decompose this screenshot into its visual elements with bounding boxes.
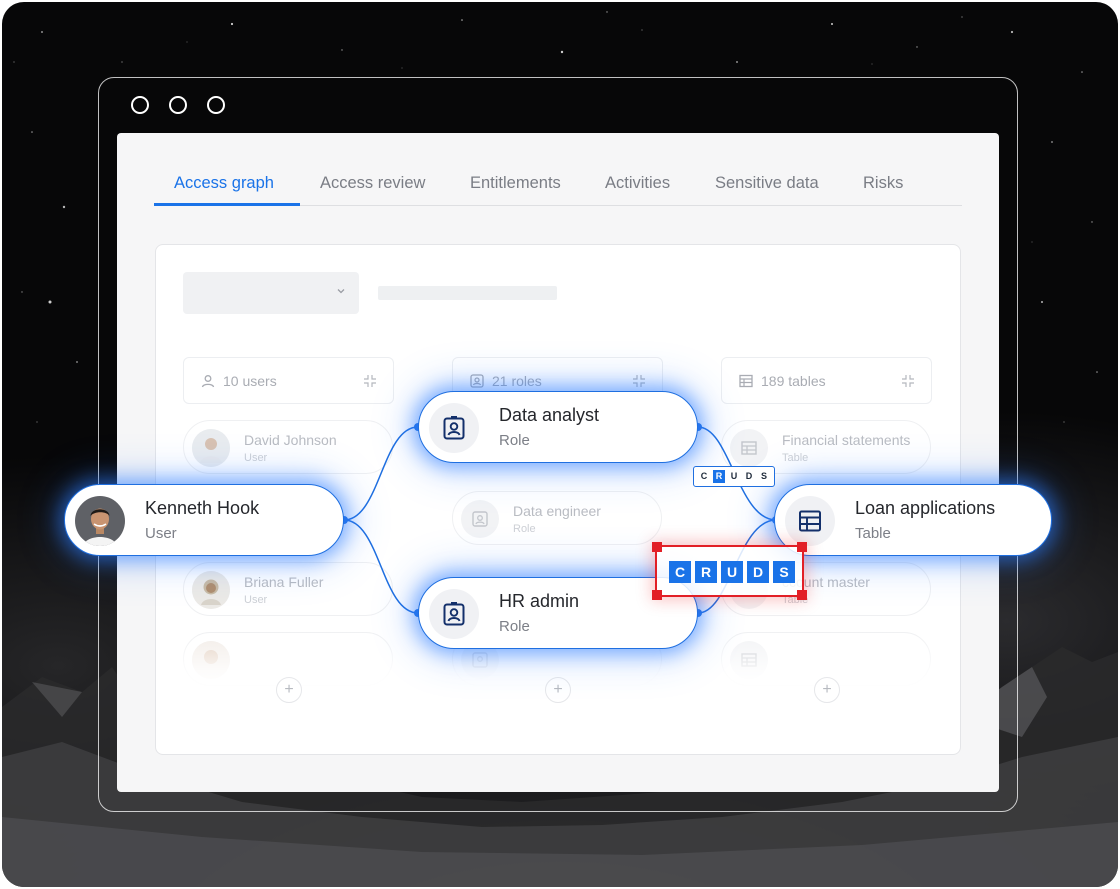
- users-count: 10 users: [223, 373, 277, 389]
- role-name: Data engineer: [513, 503, 601, 519]
- role-badge-icon: [429, 589, 479, 639]
- tab-bar: Access graph Access review Entitlements …: [154, 168, 962, 206]
- user-type: User: [244, 452, 268, 464]
- perm-s: S: [760, 471, 767, 481]
- perm-u: U: [730, 471, 738, 481]
- perm-c: C: [669, 561, 691, 583]
- list-item-user[interactable]: Briana Fuller User: [183, 562, 393, 616]
- table-name: Financial statements: [782, 432, 911, 448]
- role-node-data-analyst[interactable]: Data analyst Role: [418, 391, 698, 463]
- add-table-button[interactable]: +: [814, 677, 840, 703]
- selection-corner: [652, 542, 662, 552]
- user-node-kenneth-hook[interactable]: Kenneth Hook User: [64, 484, 344, 556]
- add-role-button[interactable]: +: [545, 677, 571, 703]
- table-icon: [730, 429, 768, 467]
- active-tab-indicator: [154, 203, 300, 206]
- collapse-icon[interactable]: [363, 374, 377, 388]
- perm-c: C: [700, 471, 708, 481]
- roles-count: 21 roles: [492, 373, 542, 389]
- role-type: Role: [513, 523, 536, 535]
- avatar: [75, 496, 125, 546]
- tab-entitlements[interactable]: Entitlements: [470, 174, 561, 193]
- node-title: Data analyst: [499, 405, 600, 425]
- node-title: Kenneth Hook: [145, 498, 260, 518]
- perm-s: S: [773, 561, 795, 583]
- role-badge-glyph: [472, 511, 488, 527]
- node-type: Table: [855, 525, 891, 542]
- perm-d: D: [747, 561, 769, 583]
- perm-u: U: [721, 561, 743, 583]
- person-avatar-icon: [192, 571, 230, 609]
- chevron-down-icon: [337, 289, 345, 294]
- tab-activities[interactable]: Activities: [605, 174, 670, 193]
- tab-access-review[interactable]: Access review: [320, 174, 425, 193]
- avatar: [192, 571, 230, 609]
- role-badge-icon: [429, 403, 479, 453]
- window-dot-3[interactable]: [207, 96, 225, 114]
- user-name: Briana Fuller: [244, 574, 324, 590]
- user-name: David Johnson: [244, 432, 337, 448]
- avatar: [192, 429, 230, 467]
- perm-r: R: [713, 470, 725, 483]
- collapse-icon[interactable]: [901, 374, 915, 388]
- list-item-user[interactable]: David Johnson User: [183, 420, 393, 474]
- filter-dropdown[interactable]: [183, 272, 359, 314]
- person-avatar-icon: [192, 429, 230, 467]
- tab-risks[interactable]: Risks: [863, 174, 903, 193]
- person-avatar-icon: [75, 496, 125, 546]
- placeholder-bar: [378, 286, 557, 300]
- table-type: Table: [782, 452, 809, 464]
- window-dot-2[interactable]: [169, 96, 187, 114]
- add-user-button[interactable]: +: [276, 677, 302, 703]
- selection-corner: [652, 590, 662, 600]
- node-title: HR admin: [499, 591, 580, 611]
- perm-r: R: [695, 561, 717, 583]
- table-icon: [739, 374, 753, 388]
- list-item-role[interactable]: Data engineer Role: [452, 491, 662, 545]
- table-glyph: [799, 510, 821, 532]
- role-badge-glyph: [443, 602, 465, 626]
- permission-badge-highlighted[interactable]: C R U D S: [652, 542, 807, 600]
- table-node-loan-applications[interactable]: Loan applications Table: [774, 484, 1052, 556]
- node-type: User: [145, 525, 177, 542]
- user-icon: [201, 375, 215, 388]
- tables-count: 189 tables: [761, 373, 826, 389]
- users-column-header[interactable]: 10 users: [183, 357, 394, 404]
- permission-badge-small[interactable]: C R U D S: [693, 466, 775, 487]
- selection-corner: [797, 590, 807, 600]
- node-title: Loan applications: [855, 498, 996, 518]
- node-type: Role: [499, 618, 530, 635]
- role-badge-icon: [461, 500, 499, 538]
- role-badge-icon: [470, 374, 484, 388]
- tab-access-graph[interactable]: Access graph: [174, 174, 274, 193]
- user-type: User: [244, 594, 268, 606]
- node-type: Role: [499, 432, 530, 449]
- selection-corner: [797, 542, 807, 552]
- tables-column-header[interactable]: 189 tables: [721, 357, 932, 404]
- collapse-icon[interactable]: [632, 374, 646, 388]
- table-icon: [785, 496, 835, 546]
- tab-sensitive-data[interactable]: Sensitive data: [715, 174, 819, 193]
- window-dot-1[interactable]: [131, 96, 149, 114]
- table-glyph: [741, 441, 757, 455]
- perm-d: D: [745, 471, 753, 481]
- role-badge-glyph: [443, 416, 465, 440]
